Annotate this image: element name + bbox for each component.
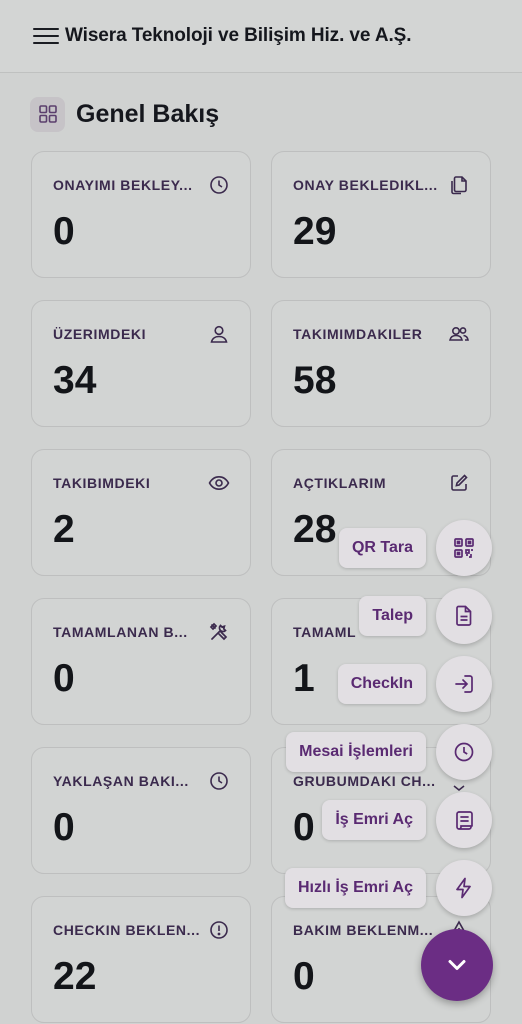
card-label: YAKLAŞAN BAKI...: [53, 773, 189, 789]
stat-card-completed-maintenance[interactable]: TAMAMLANAN B... 0: [31, 598, 251, 725]
fab-action-request[interactable]: Talep: [352, 588, 492, 644]
stat-card-following[interactable]: TAKIBIMDEKI 2: [31, 449, 251, 576]
scroll-icon[interactable]: [436, 792, 492, 848]
card-label: TAKIMIMDAKILER: [293, 326, 423, 342]
card-label: TAMAMLANAN B...: [53, 624, 188, 640]
card-value: 29: [293, 210, 337, 253]
card-value: 2: [53, 508, 75, 551]
app-header: Wisera Teknoloji ve Bilişim Hiz. ve A.Ş.: [0, 0, 522, 73]
users-icon: [448, 323, 470, 345]
card-value: 0: [53, 657, 75, 700]
card-value: 0: [293, 806, 315, 849]
stat-card-awaiting-my-approval[interactable]: ONAYIMI BEKLEY... 0: [31, 151, 251, 278]
card-value: 34: [53, 359, 97, 402]
fab-action-checkin[interactable]: CheckIn: [332, 656, 492, 712]
fab-action-open-work-order[interactable]: İş Emri Aç: [317, 792, 492, 848]
card-label: BAKIM BEKLENM...: [293, 922, 434, 938]
card-label: TAKIBIMDEKI: [53, 475, 151, 491]
card-label: CHECKIN BEKLEN...: [53, 922, 201, 938]
stat-card-my-team[interactable]: TAKIMIMDAKILER 58: [271, 300, 491, 427]
clock-icon: [208, 174, 230, 196]
card-label: ONAY BEKLEDIKL...: [293, 177, 438, 193]
hamburger-menu-icon[interactable]: [33, 26, 59, 46]
fab-label[interactable]: Mesai İşlemleri: [286, 732, 426, 772]
fab-label[interactable]: Hızlı İş Emri Aç: [285, 868, 426, 908]
card-value: 0: [53, 806, 75, 849]
stat-card-assigned-to-me[interactable]: ÜZERIMDEKI 34: [31, 300, 251, 427]
stat-card-checkin-pending[interactable]: CHECKIN BEKLEN... 22: [31, 896, 251, 1023]
company-name: Wisera Teknoloji ve Bilişim Hiz. ve A.Ş.: [65, 25, 412, 46]
alert-circle-icon: [208, 919, 230, 941]
clock-icon[interactable]: [436, 724, 492, 780]
documents-icon: [448, 174, 470, 196]
stat-card-upcoming-maintenance[interactable]: YAKLAŞAN BAKI... 0: [31, 747, 251, 874]
card-label: ÜZERIMDEKI: [53, 326, 147, 342]
fab-label[interactable]: İş Emri Aç: [322, 800, 426, 840]
login-icon[interactable]: [436, 656, 492, 712]
page-title: Genel Bakış: [76, 99, 220, 128]
card-label: ONAYIMI BEKLEY...: [53, 177, 193, 193]
section-header: Genel Bakış: [30, 95, 219, 133]
card-value: 28: [293, 508, 337, 551]
card-value: 22: [53, 955, 97, 998]
qr-icon[interactable]: [436, 520, 492, 576]
card-value: 0: [293, 955, 315, 998]
card-value: 0: [53, 210, 75, 253]
clock-icon: [208, 770, 230, 792]
card-value: 58: [293, 359, 337, 402]
fab-toggle-button[interactable]: [421, 929, 493, 1001]
fab-action-qr-scan[interactable]: QR Tara: [332, 520, 492, 576]
grid-icon: [30, 96, 65, 132]
tools-icon: [208, 621, 230, 643]
fab-label[interactable]: CheckIn: [337, 664, 426, 704]
stat-card-awaiting-approval[interactable]: ONAY BEKLEDIKL... 29: [271, 151, 491, 278]
fab-action-quick-work-order[interactable]: Hızlı İş Emri Aç: [278, 860, 492, 916]
eye-icon: [208, 472, 230, 494]
bolt-icon[interactable]: [436, 860, 492, 916]
fab-label[interactable]: Talep: [359, 596, 426, 636]
user-icon: [208, 323, 230, 345]
edit-icon: [448, 472, 470, 494]
fab-label[interactable]: QR Tara: [338, 528, 426, 568]
card-value: 1: [293, 657, 315, 700]
card-label: AÇTIKLARIM: [293, 475, 387, 491]
fab-action-shift-operations[interactable]: Mesai İşlemleri: [278, 724, 492, 780]
document-icon[interactable]: [436, 588, 492, 644]
chevron-down-icon: [448, 960, 466, 970]
